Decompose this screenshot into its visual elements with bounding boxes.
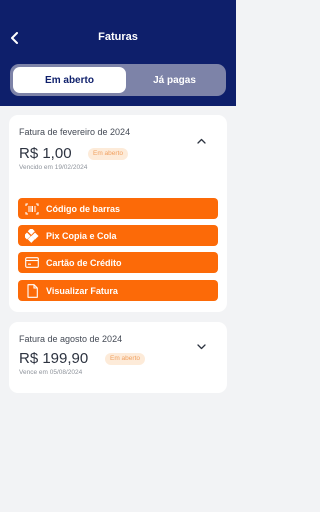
app-header: Faturas Em aberto Já pagas bbox=[0, 0, 236, 106]
barcode-icon bbox=[18, 198, 46, 219]
barcode-button[interactable]: Código de barras bbox=[18, 198, 218, 219]
pix-icon bbox=[18, 225, 46, 246]
view-invoice-button-label: Visualizar Fatura bbox=[46, 285, 118, 296]
pix-button-label: Pix Copia e Cola bbox=[46, 230, 117, 241]
chevron-down-icon[interactable] bbox=[196, 342, 206, 352]
invoice-amount: R$ 199,90 bbox=[19, 350, 89, 367]
invoice-amount: R$ 1,00 bbox=[19, 145, 72, 162]
tab-em-aberto[interactable]: Em aberto bbox=[13, 67, 126, 93]
invoice-due-date: Vence em 05/08/2024 bbox=[19, 369, 83, 376]
tab-bar: Em aberto Já pagas bbox=[10, 64, 226, 96]
document-icon bbox=[18, 280, 46, 301]
tab-ja-pagas[interactable]: Já pagas bbox=[126, 67, 223, 93]
invoice-title: Fatura de fevereiro de 2024 bbox=[19, 127, 131, 137]
invoice-title: Fatura de agosto de 2024 bbox=[19, 334, 123, 344]
credit-card-button[interactable]: Cartão de Crédito bbox=[18, 252, 218, 273]
barcode-button-label: Código de barras bbox=[46, 203, 121, 214]
status-badge: Em aberto bbox=[88, 148, 128, 160]
page-title: Faturas bbox=[98, 31, 138, 43]
status-badge: Em aberto bbox=[105, 353, 145, 365]
credit-card-button-label: Cartão de Crédito bbox=[46, 257, 122, 268]
pix-button[interactable]: Pix Copia e Cola bbox=[18, 225, 218, 246]
invoice-due-date: Vencido em 19/02/2024 bbox=[19, 164, 88, 171]
view-invoice-button[interactable]: Visualizar Fatura bbox=[18, 280, 218, 301]
chevron-up-icon[interactable] bbox=[196, 136, 206, 146]
credit-card-icon bbox=[18, 252, 46, 273]
